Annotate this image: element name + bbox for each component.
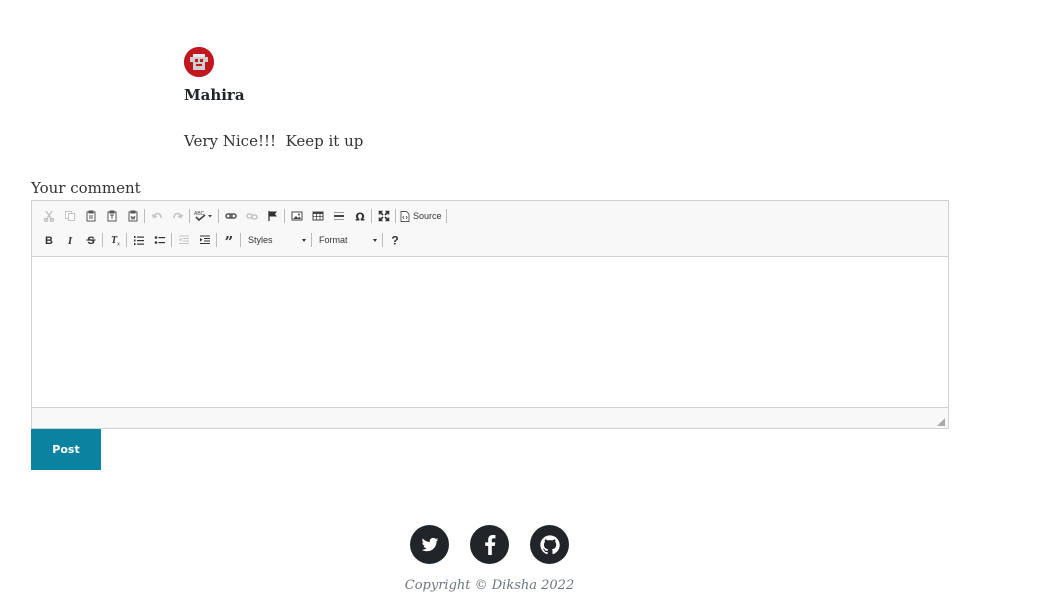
special-char-icon[interactable]: Ω [349,206,370,226]
toolbar-separator [445,209,447,223]
bold-icon[interactable]: B [38,230,59,250]
toolbar-separator [311,233,312,247]
unlink-icon[interactable] [241,206,262,226]
image-icon[interactable] [286,206,307,226]
format-dropdown[interactable]: Format [313,230,381,250]
toolbar-row-2: B I S Tx [38,230,405,250]
toolbar-separator [218,209,219,223]
source-icon [400,210,410,222]
toolbar-separator [189,209,190,223]
twitter-link[interactable] [410,525,449,564]
editor-toolbar: ABC Ω Source B I T x ” Styles Format ? [32,201,948,257]
strike-icon[interactable]: S [80,230,101,250]
toolbar-separator [371,209,372,223]
toolbar-separator [171,233,172,247]
svg-text:x: x [117,242,120,247]
comment-label: Your comment [31,179,141,197]
svg-text:B: B [45,235,53,246]
help-icon[interactable]: ? [384,230,405,250]
post-button[interactable]: Post [31,429,101,470]
source-button[interactable]: Source [397,206,445,226]
italic-icon[interactable]: I [59,230,80,250]
table-icon[interactable] [307,206,328,226]
paste-text-icon[interactable] [101,206,122,226]
toolbar-separator [102,233,103,247]
svg-text:I: I [66,235,72,246]
comment-editor-area[interactable] [32,257,948,407]
facebook-link[interactable] [470,525,509,564]
toolbar-separator [144,209,145,223]
rich-text-editor: ABC Ω Source B I T x ” Styles Format ? [31,200,949,429]
svg-text:?: ? [391,234,398,246]
copy-icon[interactable] [59,206,80,226]
toolbar-separator [240,233,241,247]
indent-icon[interactable] [194,230,215,250]
toolbar-separator [126,233,127,247]
toolbar-separator [216,233,217,247]
toolbar-row-1: ABC Ω Source [38,206,448,226]
avatar [184,47,214,77]
toolbar-separator [382,233,383,247]
avatar-pattern [184,47,214,77]
anchor-icon[interactable] [262,206,283,226]
github-link[interactable] [530,525,569,564]
outdent-icon[interactable] [173,230,194,250]
chevron-down-icon [373,238,377,242]
chevron-down-icon [302,238,306,242]
spellcheck-icon[interactable]: ABC [191,206,217,226]
toolbar-separator [284,209,285,223]
facebook-icon [484,534,495,555]
source-label: Source [413,211,442,221]
styles-label: Styles [248,235,273,245]
format-label: Format [319,235,348,245]
twitter-icon [421,537,438,551]
remove-format-icon[interactable]: Tx [104,230,125,250]
numbered-list-icon[interactable] [128,230,149,250]
toolbar-separator [395,209,396,223]
redo-icon[interactable] [167,206,188,226]
comment-author: Mahira [184,86,245,104]
editor-status-bar [32,407,948,428]
copyright-text: Copyright © Diksha 2022 [404,578,575,593]
styles-dropdown[interactable]: Styles [242,230,310,250]
link-icon[interactable] [220,206,241,226]
svg-text:”: ” [224,234,233,246]
comment-text: Very Nice!!! Keep it up [184,132,364,150]
paste-word-icon[interactable] [122,206,143,226]
cut-icon[interactable] [38,206,59,226]
github-icon [539,534,560,554]
undo-icon[interactable] [146,206,167,226]
blockquote-icon[interactable]: ” [218,230,239,250]
horizontal-line-icon[interactable] [328,206,349,226]
resize-handle-icon[interactable] [937,418,945,426]
bulleted-list-icon[interactable] [149,230,170,250]
paste-icon[interactable] [80,206,101,226]
svg-text:Ω: Ω [355,211,365,223]
maximize-icon[interactable] [373,206,394,226]
